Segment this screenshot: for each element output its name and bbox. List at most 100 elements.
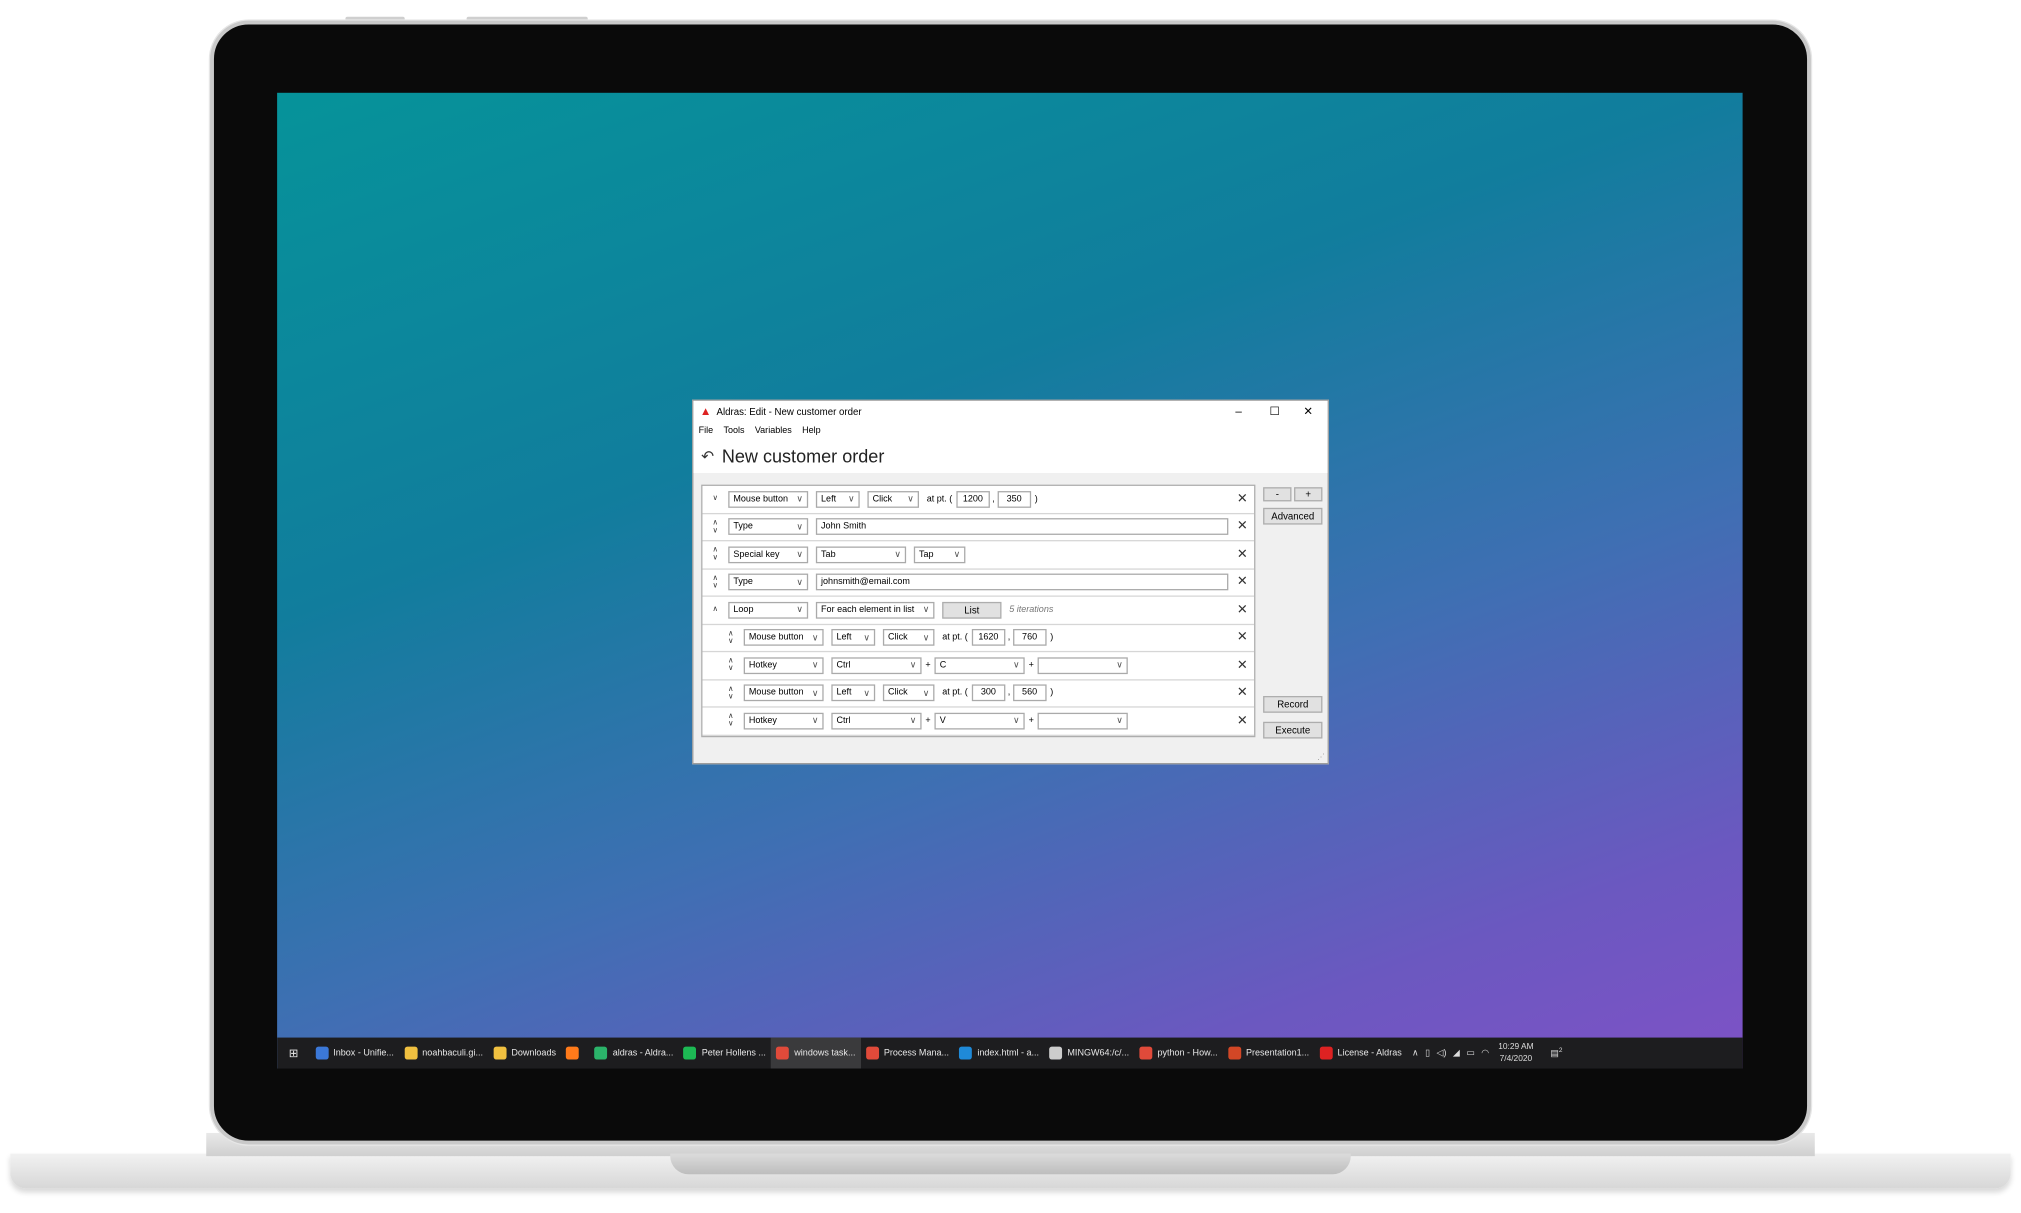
reorder-arrows-icon[interactable]: ∧ ∨ bbox=[721, 685, 742, 700]
taskbar-app[interactable]: noahbaculi.gi... bbox=[399, 1038, 488, 1069]
taskbar-app[interactable]: Process Mana... bbox=[861, 1038, 955, 1069]
key-select[interactable]: V ∨ bbox=[934, 712, 1025, 730]
mouse-button-select[interactable]: Left ∨ bbox=[831, 684, 876, 702]
battery-icon[interactable]: ▯ bbox=[1425, 1048, 1430, 1058]
taskbar-app[interactable]: MINGW64:/c/... bbox=[1044, 1038, 1134, 1069]
maximize-button[interactable]: ☐ bbox=[1258, 401, 1292, 422]
modifier-key-select[interactable]: Ctrl ∨ bbox=[831, 712, 922, 730]
chevron-up-icon[interactable]: ∧ bbox=[1412, 1048, 1419, 1058]
resize-grip-icon[interactable]: ⋰ bbox=[1317, 753, 1325, 762]
taskbar-app[interactable]: windows task... bbox=[771, 1037, 861, 1069]
wifi-icon[interactable]: ◠ bbox=[1481, 1048, 1489, 1058]
action-type-select[interactable]: Type ∨ bbox=[728, 573, 809, 591]
key-action-select[interactable]: Tap ∨ bbox=[913, 546, 966, 563]
mouse-button-select[interactable]: Left ∨ bbox=[815, 490, 860, 508]
modifier-key-select[interactable]: Ctrl ∨ bbox=[831, 657, 922, 674]
volume-icon[interactable]: ◁) bbox=[1437, 1048, 1447, 1058]
loop-type-select[interactable]: For each element in list ∨ bbox=[815, 601, 935, 619]
key-select[interactable]: ∨ bbox=[1037, 657, 1129, 674]
reorder-arrows-icon[interactable]: ∧ ∨ bbox=[721, 630, 742, 645]
execute-button[interactable]: Execute bbox=[1263, 721, 1323, 739]
title-bar[interactable]: ▲ Aldras: Edit - New customer order – ☐ … bbox=[693, 400, 1328, 422]
action-row: ∨ Mouse button ∨ Left ∨ Click ∨ at pt. ( 12… bbox=[702, 486, 1255, 514]
network-icon[interactable]: ◢ bbox=[1453, 1048, 1460, 1058]
time-label: 10:29 AM bbox=[1498, 1042, 1534, 1052]
taskbar-app[interactable] bbox=[561, 1038, 589, 1069]
plus-button[interactable]: + bbox=[1294, 487, 1323, 502]
menu-help[interactable]: Help bbox=[802, 426, 821, 435]
action-type-select[interactable]: Mouse button ∨ bbox=[743, 684, 824, 702]
click-type-select[interactable]: Click ∨ bbox=[882, 629, 935, 647]
menu-variables[interactable]: Variables bbox=[755, 426, 792, 435]
advanced-button[interactable]: Advanced bbox=[1263, 507, 1323, 525]
action-type-select[interactable]: Loop ∨ bbox=[728, 601, 809, 619]
clock[interactable]: 10:29 AM 7/4/2020 bbox=[1498, 1041, 1533, 1064]
app-icon bbox=[1139, 1046, 1153, 1060]
delete-row-icon[interactable]: ✕ bbox=[1237, 714, 1248, 728]
taskbar-app-label: Presentation1... bbox=[1245, 1048, 1310, 1058]
app-icon bbox=[865, 1046, 879, 1060]
reorder-arrows-icon[interactable]: ∧ ∨ bbox=[721, 658, 742, 673]
reorder-arrows-icon[interactable]: ∧ ∨ bbox=[705, 547, 726, 562]
reorder-arrows-icon[interactable]: ∧ ∨ bbox=[721, 713, 742, 728]
taskbar-app[interactable]: Inbox - Unifie... bbox=[310, 1038, 399, 1069]
back-arrow-icon[interactable]: ↶ bbox=[701, 447, 714, 465]
taskbar-app[interactable]: aldras - Aldra... bbox=[589, 1038, 678, 1069]
taskbar-app[interactable]: Downloads bbox=[488, 1038, 561, 1069]
app-icon bbox=[315, 1046, 329, 1060]
action-type-select[interactable]: Type ∨ bbox=[728, 518, 809, 536]
list-button[interactable]: List bbox=[942, 601, 1002, 619]
keyboard-icon[interactable]: ▭ bbox=[1466, 1048, 1475, 1058]
taskbar-app[interactable]: License - Aldras bbox=[1314, 1038, 1407, 1069]
delete-row-icon[interactable]: ✕ bbox=[1237, 631, 1248, 645]
action-type-select[interactable]: Special key ∨ bbox=[728, 546, 809, 563]
record-button[interactable]: Record bbox=[1263, 696, 1323, 713]
delete-row-icon[interactable]: ✕ bbox=[1237, 492, 1248, 506]
minimize-button[interactable]: – bbox=[1222, 401, 1256, 422]
notification-icon[interactable]: ▤2 bbox=[1550, 1047, 1562, 1059]
taskbar: ⊞ Inbox - Unifie... noahbaculi.gi... Downl… bbox=[277, 1037, 1743, 1069]
expand-chevron-icon[interactable]: ∧ bbox=[705, 606, 726, 614]
taskbar-app[interactable]: Peter Hollens ... bbox=[679, 1038, 772, 1069]
key-select[interactable]: C ∨ bbox=[934, 657, 1025, 674]
app-icon bbox=[566, 1046, 580, 1060]
action-type-select[interactable]: Mouse button ∨ bbox=[743, 629, 824, 647]
taskbar-app[interactable]: index.html - a... bbox=[954, 1038, 1044, 1069]
action-type-select[interactable]: Hotkey ∨ bbox=[743, 712, 824, 730]
delete-row-icon[interactable]: ✕ bbox=[1237, 658, 1248, 672]
menu-tools[interactable]: Tools bbox=[723, 426, 744, 435]
key-select[interactable]: ∨ bbox=[1037, 712, 1129, 730]
y-coord-input[interactable]: 760 bbox=[1012, 629, 1047, 647]
delete-row-icon[interactable]: ✕ bbox=[1237, 520, 1248, 534]
x-coord-input[interactable]: 1200 bbox=[956, 490, 990, 508]
reorder-arrows-icon[interactable]: ∧ ∨ bbox=[705, 519, 726, 534]
close-window-button[interactable]: ✕ bbox=[1291, 401, 1325, 422]
type-text-input[interactable]: johnsmith@email.com bbox=[815, 573, 1229, 591]
delete-row-icon[interactable]: ✕ bbox=[1237, 575, 1248, 589]
menu-file[interactable]: File bbox=[699, 426, 714, 435]
plus-label: + bbox=[1028, 716, 1034, 726]
y-coord-input[interactable]: 350 bbox=[997, 490, 1031, 508]
x-coord-input[interactable]: 1620 bbox=[971, 629, 1006, 647]
y-coord-input[interactable]: 560 bbox=[1012, 684, 1047, 702]
action-type-select[interactable]: Hotkey ∨ bbox=[743, 657, 824, 674]
click-type-select[interactable]: Click ∨ bbox=[882, 684, 935, 702]
delete-row-icon[interactable]: ✕ bbox=[1237, 603, 1248, 617]
collapse-chevron-icon[interactable]: ∨ bbox=[705, 495, 726, 503]
taskbar-app[interactable]: python - How... bbox=[1134, 1038, 1223, 1069]
taskbar-app[interactable]: Presentation1... bbox=[1223, 1038, 1315, 1069]
minus-button[interactable]: - bbox=[1263, 487, 1292, 502]
mouse-button-select[interactable]: Left ∨ bbox=[831, 629, 876, 647]
action-type-select[interactable]: Mouse button ∨ bbox=[728, 490, 809, 508]
delete-row-icon[interactable]: ✕ bbox=[1237, 547, 1248, 561]
start-button[interactable]: ⊞ bbox=[277, 1038, 310, 1069]
type-text-input[interactable]: John Smith bbox=[815, 518, 1229, 536]
special-key-select[interactable]: Tab ∨ bbox=[815, 546, 907, 563]
action-row: ∧ ∨ Hotkey ∨ Ctrl ∨ + C ∨ + ∨ ✕ bbox=[702, 652, 1255, 680]
click-type-select[interactable]: Click ∨ bbox=[867, 490, 919, 508]
reorder-arrows-icon[interactable]: ∧ ∨ bbox=[705, 575, 726, 590]
laptop-groove bbox=[670, 1153, 1351, 1175]
x-coord-input[interactable]: 300 bbox=[971, 684, 1006, 702]
delete-row-icon[interactable]: ✕ bbox=[1237, 686, 1248, 700]
comma-label: , bbox=[1007, 688, 1011, 698]
